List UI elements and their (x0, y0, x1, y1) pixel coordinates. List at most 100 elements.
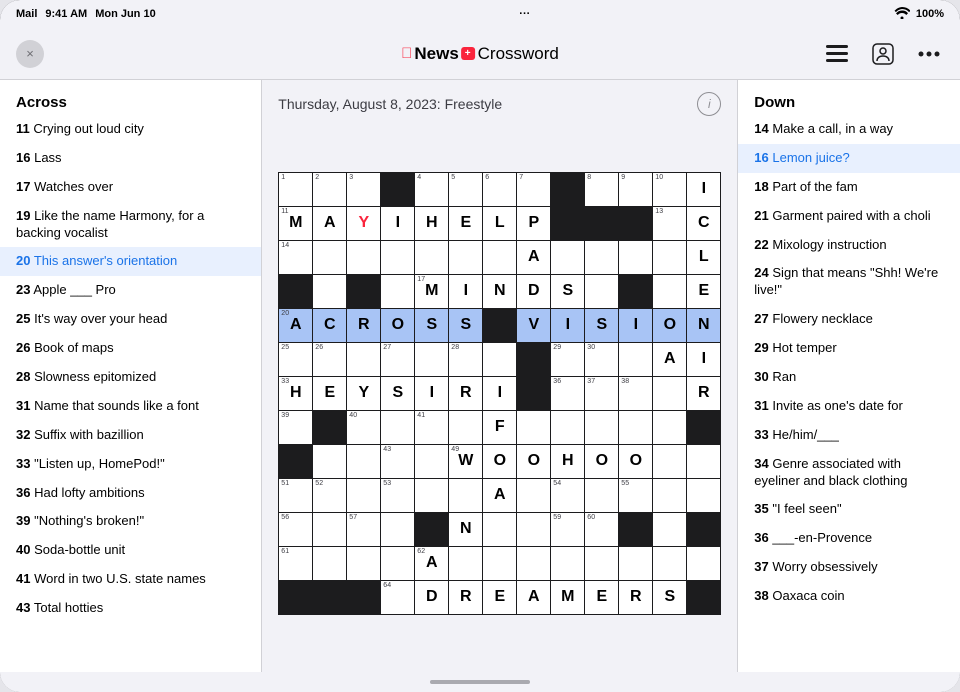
cell-8-4[interactable] (415, 445, 448, 478)
cell-1-2[interactable]: Y (347, 207, 380, 240)
cell-8-10[interactable]: O (619, 445, 652, 478)
cell-10-2[interactable]: 57 (347, 513, 380, 546)
cell-8-0[interactable] (279, 445, 312, 478)
cell-8-1[interactable] (313, 445, 346, 478)
cell-0-4[interactable]: 4 (415, 173, 448, 206)
cell-11-2[interactable] (347, 547, 380, 580)
cell-0-3[interactable] (381, 173, 414, 206)
cell-9-8[interactable]: 54 (551, 479, 584, 512)
cell-5-5[interactable]: 28 (449, 343, 482, 376)
cell-5-2[interactable] (347, 343, 380, 376)
cell-4-8[interactable]: I (551, 309, 584, 342)
cell-0-6[interactable]: 6 (483, 173, 516, 206)
cell-12-4[interactable]: D (415, 581, 448, 614)
profile-button[interactable] (868, 39, 898, 69)
cell-1-12[interactable]: C (687, 207, 720, 240)
cell-5-10[interactable] (619, 343, 652, 376)
crossword-grid[interactable]: 12345678910I11MAYIHELP13C14AL17MINDSE20A… (278, 172, 721, 615)
cell-7-1[interactable] (313, 411, 346, 444)
cell-12-3[interactable]: 64 (381, 581, 414, 614)
more-options-button[interactable] (914, 39, 944, 69)
cell-11-0[interactable]: 61 (279, 547, 312, 580)
across-clue-39[interactable]: 39 "Nothing's broken!" (0, 507, 261, 536)
cell-1-11[interactable]: 13 (653, 207, 686, 240)
cell-12-8[interactable]: M (551, 581, 584, 614)
cell-5-12[interactable]: I (687, 343, 720, 376)
cell-7-9[interactable] (585, 411, 618, 444)
cell-11-12[interactable] (687, 547, 720, 580)
cell-5-7[interactable] (517, 343, 550, 376)
cell-9-12[interactable] (687, 479, 720, 512)
cell-7-12[interactable] (687, 411, 720, 444)
cell-4-10[interactable]: I (619, 309, 652, 342)
cell-9-6[interactable]: A (483, 479, 516, 512)
cell-6-10[interactable]: 38 (619, 377, 652, 410)
cell-8-8[interactable]: H (551, 445, 584, 478)
cell-9-9[interactable] (585, 479, 618, 512)
cell-1-5[interactable]: E (449, 207, 482, 240)
cell-10-11[interactable] (653, 513, 686, 546)
cell-12-6[interactable]: E (483, 581, 516, 614)
cell-3-12[interactable]: E (687, 275, 720, 308)
cell-11-4[interactable]: 62A (415, 547, 448, 580)
cell-2-6[interactable] (483, 241, 516, 274)
cell-3-10[interactable] (619, 275, 652, 308)
cell-10-0[interactable]: 56 (279, 513, 312, 546)
cell-11-8[interactable] (551, 547, 584, 580)
close-button[interactable]: × (16, 40, 44, 68)
cell-7-4[interactable]: 41 (415, 411, 448, 444)
cell-0-8[interactable] (551, 173, 584, 206)
list-view-button[interactable] (822, 39, 852, 69)
grid-container[interactable]: 12345678910I11MAYIHELP13C14AL17MINDSE20A… (278, 126, 721, 660)
across-clue-28[interactable]: 28 Slowness epitomized (0, 363, 261, 392)
cell-4-2[interactable]: R (347, 309, 380, 342)
cell-3-3[interactable] (381, 275, 414, 308)
across-clue-17[interactable]: 17 Watches over (0, 173, 261, 202)
cell-6-1[interactable]: E (313, 377, 346, 410)
cell-1-6[interactable]: L (483, 207, 516, 240)
cell-12-1[interactable] (313, 581, 346, 614)
cell-6-4[interactable]: I (415, 377, 448, 410)
cell-7-6[interactable]: F (483, 411, 516, 444)
cell-9-7[interactable] (517, 479, 550, 512)
cell-2-0[interactable]: 14 (279, 241, 312, 274)
cell-5-8[interactable]: 29 (551, 343, 584, 376)
down-clue-21[interactable]: 21 Garment paired with a choli (738, 202, 960, 231)
cell-6-2[interactable]: Y (347, 377, 380, 410)
cell-3-5[interactable]: I (449, 275, 482, 308)
cell-5-6[interactable] (483, 343, 516, 376)
across-clue-33[interactable]: 33 "Listen up, HomePod!" (0, 450, 261, 479)
cell-7-8[interactable] (551, 411, 584, 444)
cell-9-4[interactable] (415, 479, 448, 512)
down-clue-36[interactable]: 36 ___-en-Provence (738, 524, 960, 553)
cell-0-7[interactable]: 7 (517, 173, 550, 206)
cell-0-10[interactable]: 9 (619, 173, 652, 206)
across-clue-16[interactable]: 16 Lass (0, 144, 261, 173)
across-clue-26[interactable]: 26 Book of maps (0, 334, 261, 363)
cell-1-0[interactable]: 11M (279, 207, 312, 240)
cell-4-6[interactable] (483, 309, 516, 342)
down-clue-38[interactable]: 38 Oaxaca coin (738, 582, 960, 611)
across-clue-43[interactable]: 43 Total hotties (0, 594, 261, 623)
down-clue-33[interactable]: 33 He/him/___ (738, 421, 960, 450)
across-clue-36[interactable]: 36 Had lofty ambitions (0, 479, 261, 508)
cell-8-6[interactable]: O (483, 445, 516, 478)
down-clue-29[interactable]: 29 Hot temper (738, 334, 960, 363)
cell-6-3[interactable]: S (381, 377, 414, 410)
info-button[interactable]: i (697, 92, 721, 116)
cell-3-11[interactable] (653, 275, 686, 308)
cell-9-10[interactable]: 55 (619, 479, 652, 512)
cell-12-0[interactable] (279, 581, 312, 614)
cell-3-1[interactable] (313, 275, 346, 308)
cell-10-9[interactable]: 60 (585, 513, 618, 546)
down-clue-34[interactable]: 34 Genre associated with eyeliner and bl… (738, 450, 960, 496)
cell-3-6[interactable]: N (483, 275, 516, 308)
across-clue-20[interactable]: 20 This answer's orientation (0, 247, 261, 276)
cell-5-3[interactable]: 27 (381, 343, 414, 376)
cell-2-1[interactable] (313, 241, 346, 274)
cell-10-8[interactable]: 59 (551, 513, 584, 546)
cell-11-3[interactable] (381, 547, 414, 580)
down-clue-14[interactable]: 14 Make a call, in a way (738, 115, 960, 144)
cell-1-10[interactable] (619, 207, 652, 240)
cell-4-11[interactable]: O (653, 309, 686, 342)
